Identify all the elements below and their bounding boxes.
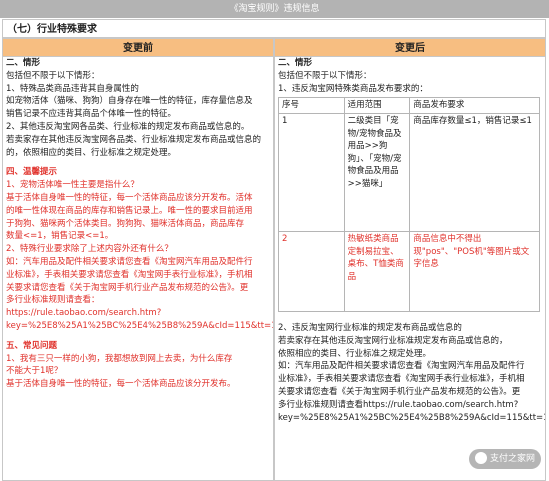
text-line [3, 333, 273, 340]
text-line: 如：汽车用品及配件相关要求请您查看《淘宝网汽车用品及配件行 [6, 256, 253, 267]
text-line: 不能大于1呢？ [6, 366, 63, 377]
row-requirement: 商品库存数量≤1，销售记录≤1 [409, 112, 540, 232]
text-line: 1、违反淘宝网特殊类商品发布要求的： [278, 83, 428, 94]
text-line: 业标准》，手表相关要求请您查看《淘宝网手表行业标准》，手机相 [6, 269, 253, 280]
table-header-cell: 适用范围 [343, 97, 411, 114]
text-line: 四、温馨提示 [6, 167, 58, 178]
text-line: 二、情形 [6, 58, 41, 68]
text-line: 基于活体自身唯一性的特征，每一个活体商品应该分开发布。活体 [6, 192, 253, 203]
column-header-after: 变更后 [274, 38, 546, 57]
text-line: 2、违反淘宝网行业标准的规定发布商品或信息的 [278, 322, 462, 333]
document-title-bar: 《淘宝规则》违规信息 [0, 0, 549, 18]
text-line: 2、其他违反淘宝网各品类、行业标准的规定发布商品或信息的。 [6, 121, 250, 132]
text-line: 若卖家存在其他违反淘宝网行业标准规定发布商品或信息的， [278, 335, 508, 346]
text-line [3, 159, 273, 166]
requirements-table: 序号 适用范围 商品发布要求 1 二级类目「宠物/宠物食品及用品>>狗狗」、「宠… [278, 97, 540, 312]
table-header-cell: 商品发布要求 [409, 97, 540, 114]
text-line: 销售记录不应违背其商品个体唯一性的特征。 [6, 109, 177, 120]
table-header-cell: 序号 [278, 97, 345, 114]
text-line: 数量<=1，销售记录<=1。 [6, 231, 114, 242]
text-line: 1、我有三只一样的小狗，我都想放到网上去卖，为什么库存 [6, 353, 233, 364]
table-row: 2 热敏纸类商品 定制易拉宝、桌布、T恤类商品 商品信息中不得出现"pos"、"… [278, 230, 540, 312]
text-line: 如宠物活体（猫咪、狗狗）自身存在唯一性的特征，库存量信息及 [6, 96, 253, 107]
text-line: 关要求请您查看《关于淘宝网手机行业产品发布规范的公告》。更 [278, 386, 521, 397]
column-header-before: 变更前 [2, 38, 274, 57]
text-line: 业标准》，手表相关要求请您查看《淘宝网手表行业标准》，手机相 [278, 374, 525, 385]
watermark: 支付之家网 [468, 449, 541, 469]
before-column: 二、情形包括但不限于以下情形： 1、特殊品类商品违背其自身属性的如宠物活体（猫咪、… [2, 57, 274, 481]
text-line: 的唯一性体现在商品的库存和销售记录上。唯一性的要求目前适用 [6, 205, 253, 216]
row-number: 2 [278, 230, 345, 312]
document-title: 《淘宝规则》违规信息 [229, 4, 320, 14]
text-line: 多行业标准规则请查看： [6, 295, 100, 306]
row-number: 1 [278, 112, 345, 232]
row-scope: 热敏纸类商品 定制易拉宝、桌布、T恤类商品 [343, 230, 411, 312]
text-line: 1、宠物活体唯一性主要是指什么？ [6, 180, 139, 191]
watermark-text: 支付之家网 [489, 454, 535, 464]
text-line: 多行业标准规则请查看https://rule.taobao.com/search… [278, 399, 519, 410]
table-row: 1 二级类目「宠物/宠物食品及用品>>狗狗」、「宠物/宠物食品及用品>>猫咪」 … [278, 112, 540, 232]
row-scope: 二级类目「宠物/宠物食品及用品>>狗狗」、「宠物/宠物食品及用品>>猫咪」 [343, 112, 411, 232]
after-text-block: 2、违反淘宝网行业标准的规定发布商品或信息的若卖家存在其他违反淘宝网行业标准规定… [275, 322, 545, 424]
section-title: （七）行业特殊要求 [2, 19, 546, 38]
text-line: key=%25E8%25A1%25BC%25E4%25B8%259A&cId=1… [278, 412, 546, 423]
text-line: 基于活体自身唯一性的特征，每一个活体商品应该分开发布。 [6, 379, 236, 390]
text-line: 关要求请您查看《关于淘宝网手机行业产品发布规范的公告》。更 [6, 282, 249, 293]
text-line: key=%25E8%25A1%25BC%25E4%25B8%259A&cId=1… [6, 320, 273, 331]
text-line: 如：汽车用品及配件相关要求请您查看《淘宝网汽车用品及配件行 [278, 361, 525, 372]
row-requirement: 商品信息中不得出现"pos"、"POS机"等图片或文字信息 [409, 230, 540, 312]
before-text-block: 二、情形包括但不限于以下情形： 1、特殊品类商品违背其自身属性的如宠物活体（猫咪、… [3, 57, 273, 391]
text-line: 的，依照相应的类目、行业标准之规定处理。 [6, 147, 177, 158]
after-column: 二、情形包括但不限于以下情形： 1、违反淘宝网特殊类商品发布要求的： 序号 适用范… [274, 57, 546, 481]
wechat-icon [474, 451, 487, 464]
text-line: 依照相应的类目、行业标准之规定处理。 [278, 348, 432, 359]
text-line: 包括但不限于以下情形： [6, 70, 100, 81]
text-line: 五、常见问题 [6, 340, 58, 351]
text-line: 1、特殊品类商品违背其自身属性的 [6, 83, 139, 94]
text-line: https://rule.taobao.com/search.htm? [6, 308, 162, 319]
text-line: 包括但不限于以下情形： [278, 70, 372, 81]
text-line: 2、特殊行业要求除了上述内容外还有什么？ [6, 244, 173, 255]
text-line: 二、情形 [278, 58, 313, 68]
requirements-table-header: 序号 适用范围 商品发布要求 [278, 97, 540, 114]
after-intro-block: 二、情形包括但不限于以下情形： 1、违反淘宝网特殊类商品发布要求的： [275, 57, 545, 95]
text-line: 于狗狗、猫咪两个活体类目。狗狗狗、猫咪活体商品，商品库存 [6, 218, 245, 229]
text-line: 若卖家存在其他违反淘宝网各品类、行业标准规定发布商品或信息的 [6, 134, 262, 145]
